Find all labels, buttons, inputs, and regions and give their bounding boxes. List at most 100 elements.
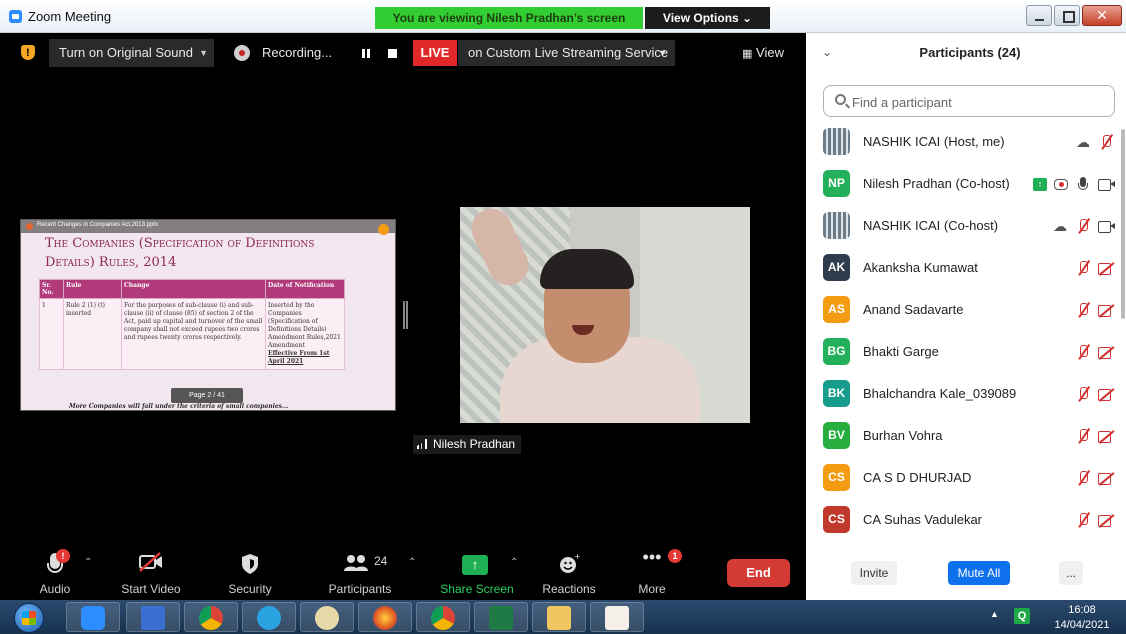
participant-row[interactable]: BV Burhan Vohra (806, 415, 1126, 457)
window-title: Zoom Meeting (28, 9, 112, 24)
participant-name: Bhakti Garge (863, 344, 939, 359)
pause-recording-button[interactable] (360, 39, 372, 67)
zoom-app-icon (9, 10, 22, 23)
participant-row[interactable]: NASHIK ICAI (Co-host) ☁ (806, 205, 1126, 247)
participants-label: Participants (328, 582, 392, 596)
taskbar-clock[interactable]: 16:08 14/04/2021 (1044, 603, 1120, 633)
screen-share-icon: ↑ (1033, 177, 1047, 191)
camera-icon (1098, 176, 1115, 192)
start-button[interactable] (14, 603, 44, 633)
participant-row[interactable]: CS CA S D DHURJAD (806, 457, 1126, 499)
camera-off-icon (1098, 344, 1114, 360)
end-meeting-button[interactable]: End (727, 559, 790, 587)
recording-icon (234, 39, 252, 67)
reactions-button[interactable]: + Reactions (534, 545, 604, 600)
signal-strength-icon (417, 439, 429, 449)
audio-label: Audio (39, 582, 71, 596)
original-sound-label: Turn on Original Sound (59, 45, 193, 60)
table-cell: Rule 2 (1) (t) inserted (63, 298, 122, 370)
scrollbar[interactable] (1121, 129, 1125, 319)
participant-status-icons (1075, 385, 1114, 403)
tally-icon (605, 606, 629, 630)
avatar: AK (823, 254, 850, 281)
participant-name: NASHIK ICAI (Co-host) (863, 218, 999, 233)
invite-button[interactable]: Invite (851, 561, 897, 585)
taskbar-excel[interactable] (474, 602, 528, 632)
participant-row[interactable]: NASHIK ICAI (Host, me) ☁ (806, 121, 1126, 163)
share-options-caret-icon[interactable]: ⌃ (510, 557, 518, 568)
camera-icon (1098, 218, 1115, 234)
record-icon (1054, 178, 1068, 190)
tray-q-icon[interactable]: Q (1014, 608, 1030, 624)
participant-row[interactable]: AK Akanksha Kumawat (806, 247, 1126, 289)
camera-off-icon (1098, 386, 1114, 402)
speaker-video[interactable] (460, 207, 750, 423)
participant-search[interactable] (823, 85, 1115, 117)
audio-button[interactable]: ! ⌃ Audio (22, 545, 92, 600)
paint-icon (315, 606, 339, 630)
minimize-button[interactable] (1026, 5, 1052, 26)
folder-icon (547, 606, 571, 630)
share-screen-label: Share Screen (440, 582, 514, 596)
taskbar-telegram[interactable] (242, 602, 296, 632)
participant-row[interactable]: CS CA Suhas Vadulekar (806, 499, 1126, 541)
caret-down-icon[interactable]: ▼ (199, 39, 208, 67)
participants-button[interactable]: 24 ⌃ Participants (318, 545, 417, 600)
windows-taskbar: ▲ Q 16:08 14/04/2021 (0, 600, 1126, 634)
mic-muted-icon (1075, 386, 1091, 402)
more-label: More (638, 582, 666, 596)
stop-recording-button[interactable] (386, 39, 398, 67)
taskbar-chrome[interactable] (184, 602, 238, 632)
taskbar-chrome-2[interactable] (416, 602, 470, 632)
close-button[interactable]: ✕ (1082, 5, 1122, 26)
participant-row[interactable]: BK Bhalchandra Kale_039089 (806, 373, 1126, 415)
participant-status-icons (1075, 427, 1114, 445)
participants-caret-icon[interactable]: ⌃ (408, 557, 416, 568)
taskbar-firefox[interactable] (358, 602, 412, 632)
live-streaming-service-dropdown[interactable]: on Custom Live Streaming Service ▼ (458, 40, 675, 66)
share-screen-icon: ↑ (462, 555, 488, 575)
more-options-button[interactable]: ... (1059, 561, 1083, 585)
taskbar-tally[interactable] (590, 602, 644, 632)
mic-muted-icon (1075, 428, 1091, 444)
mute-all-button[interactable]: Mute All (948, 561, 1010, 585)
participant-row[interactable]: AS Anand Sadavarte (806, 289, 1126, 331)
meeting-toolbar: ! ⌃ Audio Start Video Security 24 ⌃ Part… (0, 545, 806, 600)
viewing-screen-banner: You are viewing Nilesh Pradhan’s screen (375, 7, 643, 29)
maximize-button[interactable] (1054, 5, 1080, 26)
search-input[interactable] (852, 92, 1102, 112)
participant-row[interactable]: BG Bhakti Garge (806, 331, 1126, 373)
original-sound-button[interactable]: Turn on Original Sound ▼ (49, 39, 214, 67)
presentation-title-bar: Recent Changes in Companies Act,2013.ppt… (21, 220, 395, 233)
table-header: Date of Notification (265, 279, 345, 299)
panel-title: Participants (24) (919, 45, 1021, 60)
security-shield-icon[interactable] (20, 39, 36, 67)
svg-text:+: + (574, 553, 580, 561)
taskbar-app[interactable] (126, 602, 180, 632)
page-indicator: Page 2 / 41 (171, 388, 243, 403)
mic-muted-icon (1075, 218, 1091, 234)
view-button[interactable]: ▦ View (742, 39, 800, 67)
show-hidden-icons-icon[interactable]: ▲ (990, 609, 999, 619)
participant-name: CA S D DHURJAD (863, 470, 972, 485)
shared-screen-view[interactable]: Recent Changes in Companies Act,2013.ppt… (20, 219, 396, 411)
participant-row[interactable]: NP Nilesh Pradhan (Co-host) ↑ (806, 163, 1126, 205)
powerpoint-icon (26, 223, 33, 230)
panel-footer: Invite Mute All ... (806, 553, 1126, 600)
security-button[interactable]: Security (214, 545, 286, 600)
more-button[interactable]: ••• 1 More (626, 545, 682, 600)
split-view-handle[interactable] (403, 301, 408, 329)
taskbar-zoom[interactable] (66, 602, 120, 632)
start-video-button[interactable]: Start Video (110, 545, 192, 600)
security-label: Security (228, 582, 272, 596)
share-screen-button[interactable]: ↑ ⌃ Share Screen (432, 545, 522, 600)
taskbar-explorer[interactable] (532, 602, 586, 632)
view-options-button[interactable]: View Options ⌄ (645, 7, 770, 29)
speaker-name-tag: Nilesh Pradhan (413, 435, 522, 454)
telegram-icon (257, 606, 281, 630)
camera-off-icon (1098, 260, 1114, 276)
taskbar-paint[interactable] (300, 602, 354, 632)
table-cell: 1 (39, 298, 64, 370)
caret-down-icon: ▼ (658, 48, 667, 58)
audio-options-caret-icon[interactable]: ⌃ (84, 557, 92, 568)
